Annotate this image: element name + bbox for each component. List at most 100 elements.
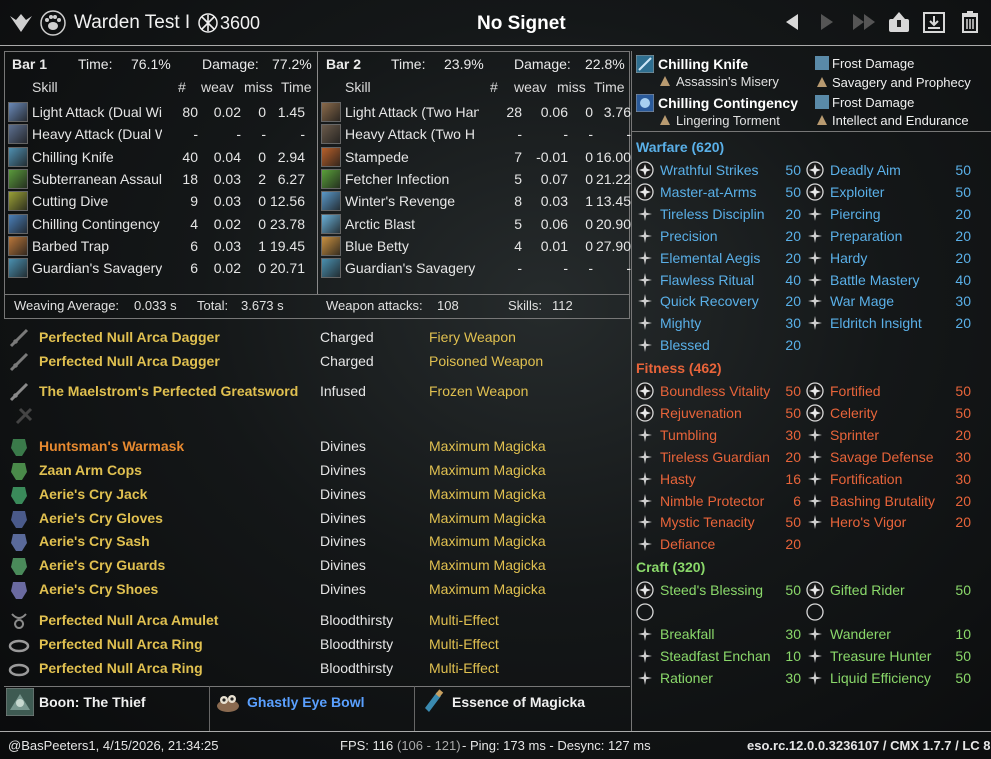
champion-star[interactable]: Mystic Tenacity 50 [636,512,801,534]
champion-star[interactable] [806,602,971,624]
gear-trait: Divines [320,510,366,526]
skill-weav: -0.01 [536,148,568,165]
champion-star[interactable]: Treasure Hunter 50 [806,646,971,668]
skill-icon [321,191,341,212]
set-icon [817,115,827,125]
champion-star[interactable]: Preparation 20 [806,226,971,248]
gear-enchant: Maximum Magicka [429,581,546,597]
skill-count: 80 [182,104,198,120]
star-icon [808,228,822,243]
champion-star[interactable]: Bashing Brutality 20 [806,491,971,513]
gear-row[interactable]: Zaan Arm Cops Divines Maximum Magicka [8,460,608,482]
gear-enchant: Multi-Effect [429,612,499,628]
skill-miss: - [588,126,593,143]
gear-row[interactable]: Aerie's Cry Shoes Divines Maximum Magicka [8,579,608,601]
champion-star[interactable]: Sprinter 20 [806,425,971,447]
champion-star[interactable]: Tumbling 30 [636,425,801,447]
champion-star[interactable]: Breakfall 30 [636,624,801,646]
star-icon [638,626,652,641]
star-value: 50 [785,383,801,399]
star-name: Mighty [660,315,702,332]
champion-star[interactable]: Blessed 20 [636,335,801,357]
champion-star[interactable]: Celerity 50 [806,403,971,425]
star-icon [808,471,822,486]
skill-weav: 0.07 [540,170,568,187]
champion-star[interactable]: Fortification 30 [806,469,971,491]
star-name: Boundless Vitality [660,383,771,399]
save-icon[interactable] [922,10,946,34]
champion-star[interactable]: Gifted Rider 50 [806,580,971,602]
champion-star[interactable]: Fortified 50 [806,381,971,403]
gear-row[interactable]: Aerie's Cry Jack Divines Maximum Magicka [8,484,608,506]
champion-star[interactable]: Deadly Aim 50 [806,160,971,182]
champion-star[interactable]: Eldritch Insight 20 [806,313,971,335]
bar2-row: Winter's Revenge 8 0.03 1 13.45 [321,190,631,212]
paw-icon [40,10,66,36]
champion-star[interactable]: Nimble Protector 6 [636,491,801,513]
champion-star[interactable]: Wanderer 10 [806,624,971,646]
champion-star[interactable]: Rationer 30 [636,668,801,690]
champion-star[interactable] [636,602,801,624]
champion-star[interactable]: Master-at-Arms 50 [636,182,801,204]
star-name: Treasure Hunter [830,647,932,664]
champion-star[interactable]: Exploiter 50 [806,182,971,204]
skill-time: 13.45 [595,193,631,210]
star-icon [638,228,652,243]
skill-count: 7 [514,148,522,165]
star-name: Eldritch Insight [830,315,922,332]
champion-star[interactable]: Precision 20 [636,226,801,248]
champion-star[interactable]: Tireless Disciplin 20 [636,204,801,226]
gear-row[interactable]: Aerie's Cry Sash Divines Maximum Magicka [8,531,608,553]
champion-star[interactable]: Hero's Vigor 20 [806,512,971,534]
champion-star[interactable]: Flawless Ritual 40 [636,270,801,292]
champion-star[interactable]: Elemental Aegis 20 [636,248,801,270]
gear-row[interactable]: Perfected Null Arca Ring Bloodthirsty Mult… [8,634,608,656]
gear-row[interactable]: Perfected Null Arca Dagger Charged Fiery W… [8,327,608,349]
upload-icon[interactable] [887,10,911,34]
gear-row[interactable]: Aerie's Cry Gloves Divines Maximum Magicka [8,508,608,530]
champion-star[interactable]: Hasty 16 [636,469,801,491]
star-name: Exploiter [830,183,885,200]
champion-star[interactable]: Mighty 30 [636,313,801,335]
champion-star[interactable]: Battle Mastery 40 [806,270,971,292]
bar2-row: Heavy Attack (Two H - - - - [321,123,631,145]
champion-star[interactable]: Quick Recovery 20 [636,291,801,313]
previous-icon[interactable] [780,10,804,34]
last-icon[interactable] [850,10,878,34]
champion-star[interactable]: Steadfast Enchan 10 [636,646,801,668]
bar1-row: Cutting Dive 9 0.03 0 12.56 [8,190,313,212]
champion-star[interactable]: Savage Defense 30 [806,447,971,469]
star-name: Celerity [830,404,878,421]
star-name: Bashing Brutality [830,492,936,509]
star-name: Hardy [830,249,868,266]
champion-star[interactable]: Rejuvenation 50 [636,403,801,425]
warfare-title: Warfare (620) [636,139,725,155]
skill-count: - [517,260,522,277]
next-icon[interactable] [815,10,839,34]
skill-name: Fetcher Infection [345,170,450,187]
gear-enchant: Frozen Weapon [429,383,529,399]
gear-row[interactable]: Perfected Null Arca Dagger Charged Poisone… [8,351,608,373]
star-name: Steed's Blessing [660,582,764,598]
star-name: Elemental Aegis [660,249,761,266]
star-name: Rationer [660,669,713,686]
champion-star[interactable]: Hardy 20 [806,248,971,270]
champion-star[interactable]: Defiance 20 [636,534,801,556]
gear-row[interactable]: Perfected Null Arca Amulet Bloodthirsty Mu… [8,610,608,632]
gear-row[interactable]: Aerie's Cry Guards Divines Maximum Magicka [8,555,608,577]
champion-star[interactable]: War Mage 30 [806,291,971,313]
gear-enchant: Multi-Effect [429,636,499,652]
ring-icon [8,663,30,677]
champion-star[interactable]: Piercing 20 [806,204,971,226]
gear-row[interactable]: Perfected Null Arca Ring Bloodthirsty Mult… [8,658,608,680]
skill-miss: 0 [585,170,593,187]
champion-star[interactable]: Liquid Efficiency 50 [806,668,971,690]
gear-row[interactable]: The Maelstrom's Perfected Greatsword Infu… [8,381,608,403]
champion-star[interactable]: Tireless Guardian 20 [636,447,801,469]
delete-icon[interactable] [958,10,982,34]
champion-star[interactable]: Wrathful Strikes 50 [636,160,801,182]
champion-star[interactable]: Steed's Blessing 50 [636,580,801,602]
gear-row[interactable]: Huntsman's Warmask Divines Maximum Magicka [8,436,608,458]
champion-star[interactable]: Boundless Vitality 50 [636,381,801,403]
gear-name: Aerie's Cry Jack [39,486,148,502]
